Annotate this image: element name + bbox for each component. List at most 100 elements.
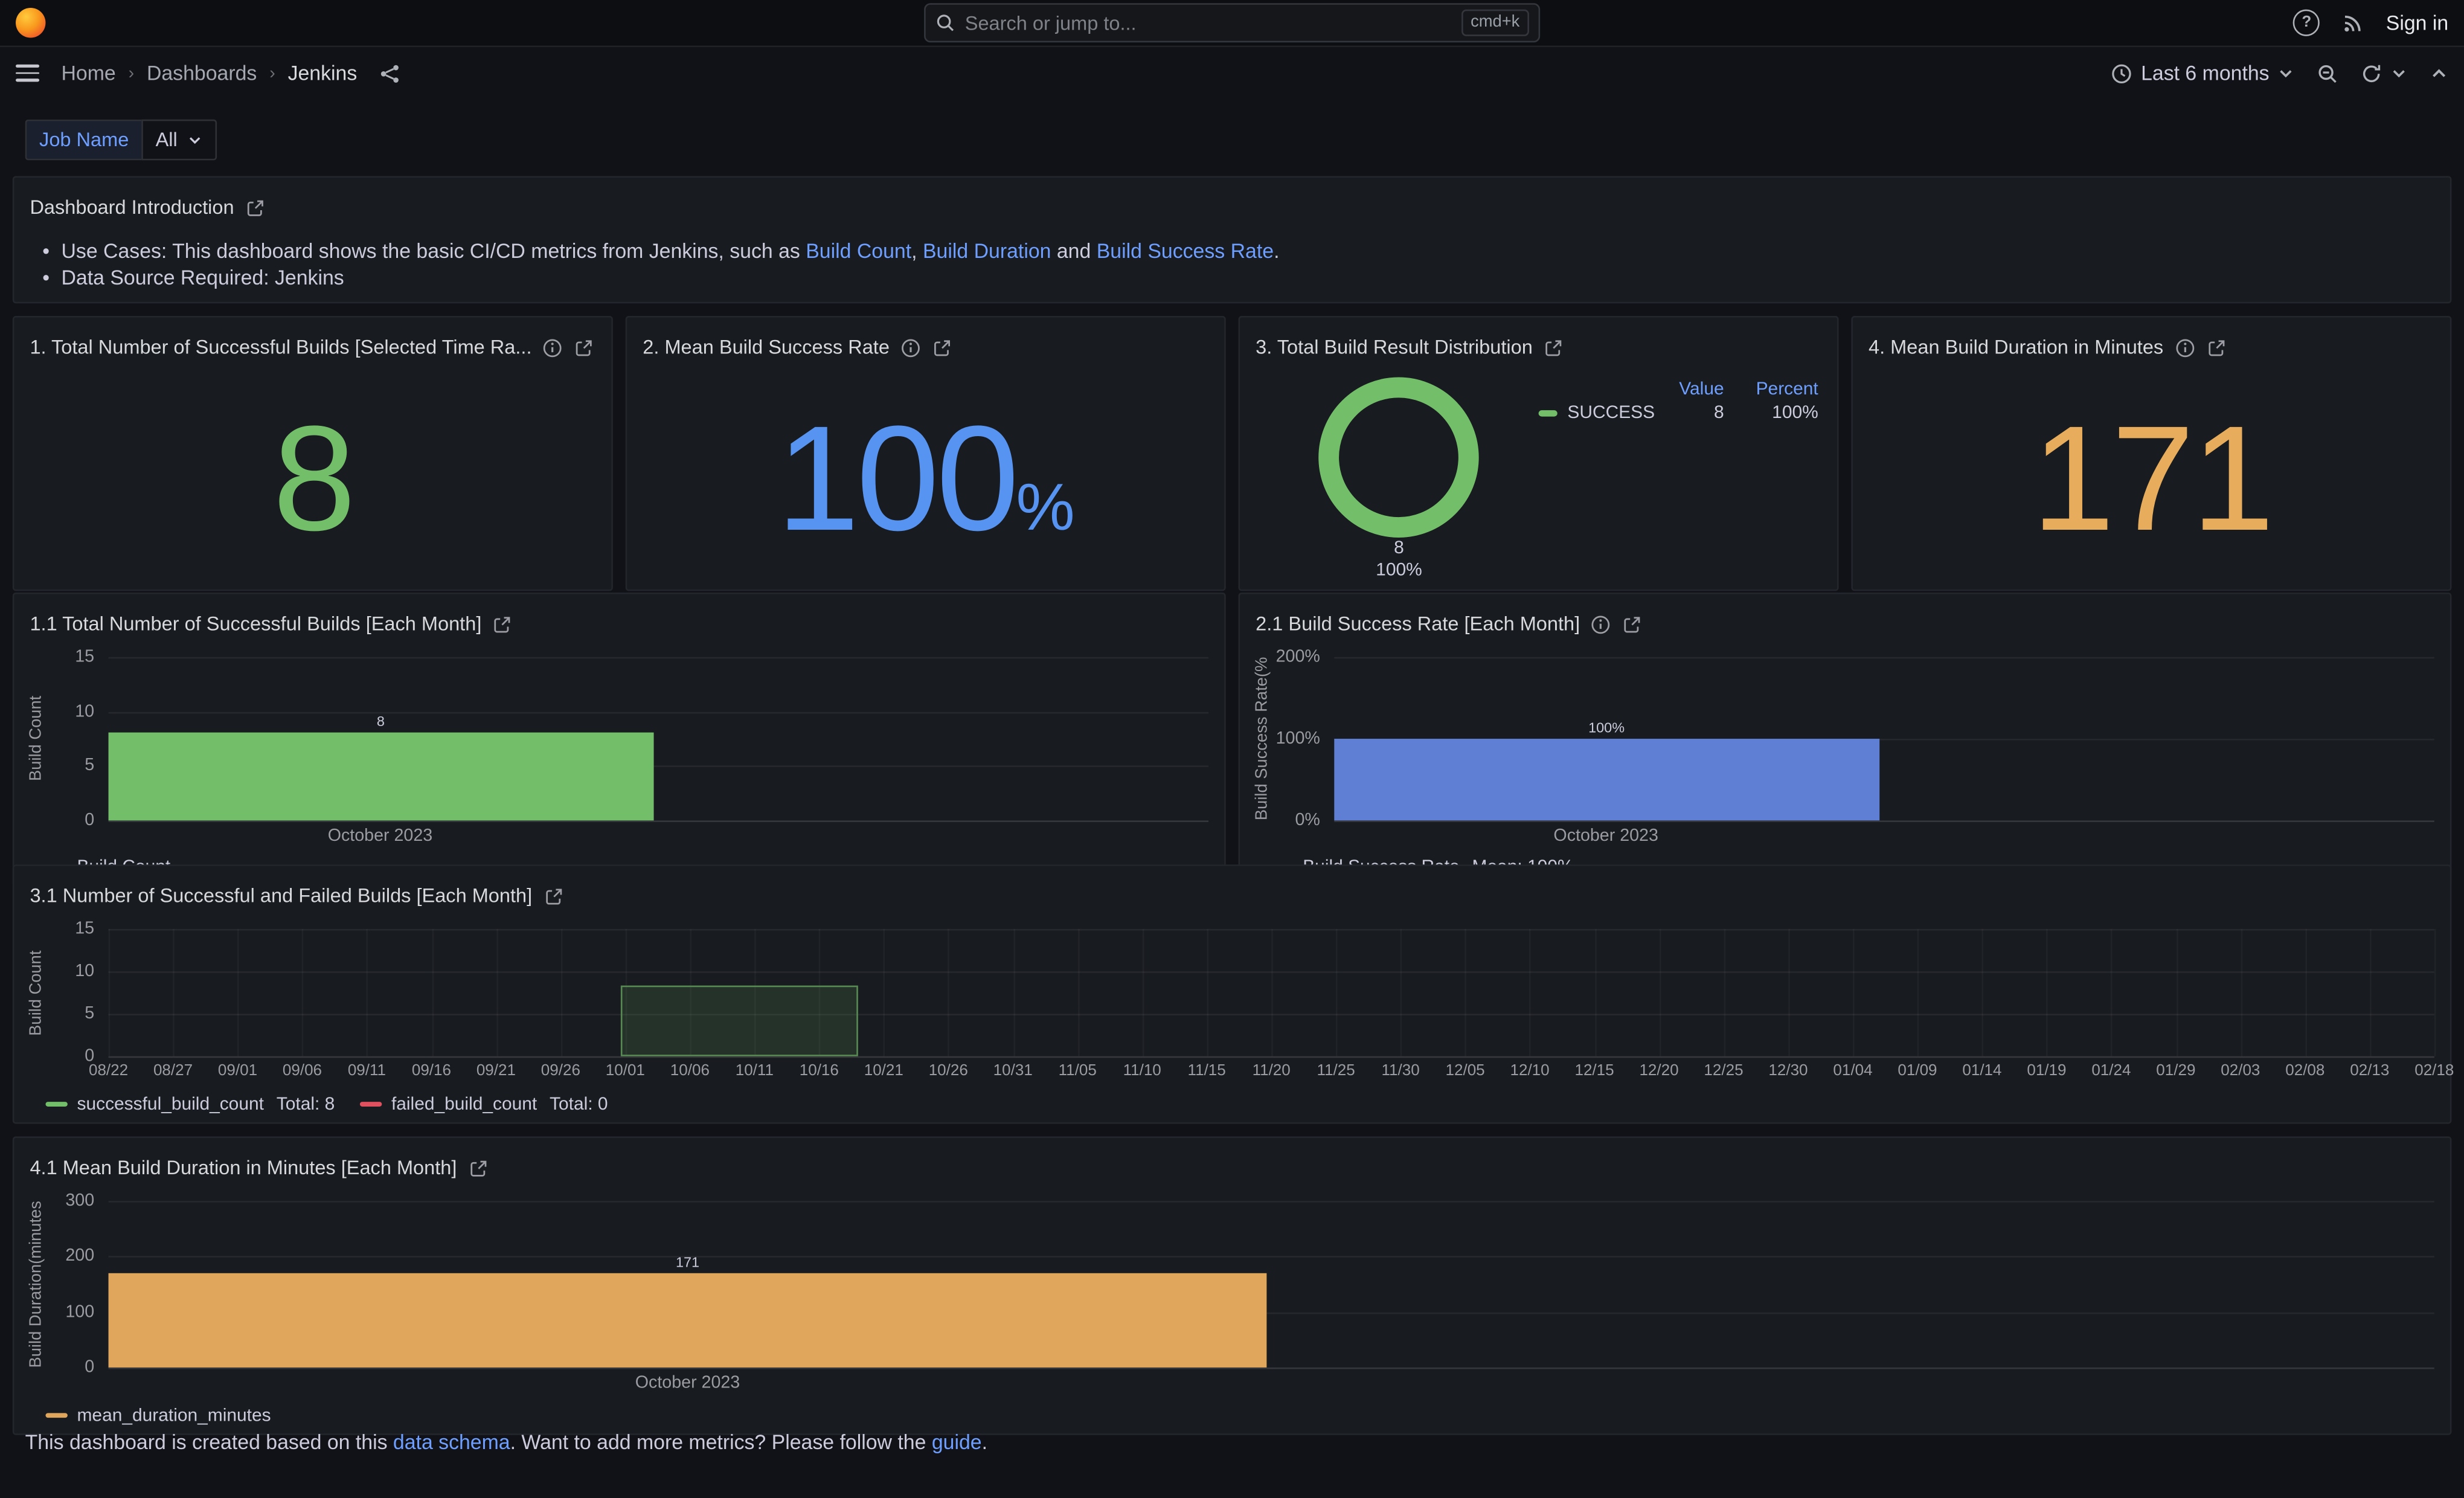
info-icon[interactable] [1591, 614, 1611, 634]
external-link-icon[interactable] [932, 337, 952, 358]
v-gridline [1659, 929, 1661, 1056]
v-gridline [1077, 929, 1079, 1056]
time-range-picker[interactable]: Last 6 months [2111, 61, 2295, 85]
guide-link[interactable]: guide [932, 1430, 982, 1454]
variables-bar: Job Name All [25, 120, 2439, 161]
external-link-icon[interactable] [574, 337, 595, 358]
charts-row-3: 3.1 Number of Successful and Failed Buil… [13, 864, 2452, 1124]
v-gridline [1142, 929, 1144, 1056]
panel-build-result-distribution: 3. Total Build Result Distribution 8 100… [1239, 316, 1839, 590]
legend-col-percent[interactable]: Percent [1740, 381, 1818, 399]
y-tick-label: 15 [75, 919, 94, 938]
v-gridline [2176, 929, 2178, 1056]
sign-in-link[interactable]: Sign in [2386, 11, 2448, 34]
external-link-icon[interactable] [543, 886, 563, 906]
search-input[interactable]: Search or jump to... cmd+k [924, 3, 1540, 42]
build-success-rate-link[interactable]: Build Success Rate [1097, 239, 1274, 263]
panel-title[interactable]: 3. Total Build Result Distribution [1256, 336, 1533, 358]
info-icon[interactable] [543, 337, 563, 358]
job-name-variable-dropdown[interactable]: All [141, 120, 217, 161]
chevron-down-icon[interactable] [2390, 65, 2408, 82]
y-tick-label: 15 [75, 648, 94, 666]
v-gridline [496, 929, 498, 1056]
panel-dashboard-introduction: Dashboard Introduction Use Cases: This d… [13, 176, 2452, 303]
v-gridline [109, 929, 111, 1056]
legend-item[interactable]: failed_build_countTotal: 0 [360, 1095, 608, 1113]
x-tick-label: 02/18 [2414, 1062, 2454, 1080]
panel-title[interactable]: 3.1 Number of Successful and Failed Buil… [30, 885, 532, 907]
external-link-icon[interactable] [245, 198, 266, 218]
plot-area: 100% [1334, 657, 2434, 820]
bar-chart-success-rate: Build Success Rate(% 200%100%0% 100% Oct… [1240, 648, 2450, 886]
share-icon[interactable] [379, 62, 401, 84]
info-icon[interactable] [900, 337, 921, 358]
legend-label: successful_build_count [77, 1095, 264, 1113]
help-icon[interactable]: ? [2293, 10, 2320, 36]
x-tick-label: 10/16 [800, 1062, 839, 1080]
v-gridline [2241, 929, 2242, 1056]
grafana-dashboard: Search or jump to... cmd+k ? Sign in Hom… [0, 0, 2464, 1498]
stat-value: 8 [273, 405, 353, 555]
gridline [1334, 657, 2434, 659]
menu-icon[interactable] [16, 65, 39, 82]
build-count-link[interactable]: Build Count [806, 239, 911, 263]
external-link-icon[interactable] [468, 1158, 489, 1178]
y-tick-label: 100% [1276, 729, 1320, 748]
time-range-label: Last 6 months [2141, 61, 2269, 85]
stat-value: 100% [777, 405, 1075, 555]
legend-swatch-icon [45, 1101, 67, 1107]
x-axis-labels: October 2023 [109, 820, 1209, 847]
chevron-down-icon [187, 132, 202, 148]
charts-row-4: 4.1 Mean Build Duration in Minutes [Each… [13, 1136, 2452, 1397]
x-axis-labels: October 2023 [109, 1368, 2434, 1394]
external-link-icon[interactable] [1622, 614, 1643, 634]
collapse-toolbar-button[interactable] [2430, 63, 2448, 82]
v-gridline [1465, 929, 1467, 1056]
panel-title[interactable]: 4.1 Mean Build Duration in Minutes [Each… [30, 1157, 457, 1178]
x-tick-label: 11/15 [1188, 1062, 1226, 1080]
external-link-icon[interactable] [1544, 337, 1564, 358]
legend-col-value[interactable]: Value [1670, 381, 1724, 399]
intro-text: . [1274, 239, 1279, 263]
x-tick-label: 09/21 [476, 1062, 516, 1080]
panel-title[interactable]: Dashboard Introduction [30, 196, 234, 218]
refresh-button[interactable] [2361, 62, 2408, 84]
gridline [109, 1201, 2434, 1203]
bar [1334, 739, 1879, 820]
legend-series-success[interactable]: SUCCESS [1539, 404, 1655, 423]
x-tick-label: 02/03 [2221, 1062, 2260, 1080]
breadcrumb-home[interactable]: Home [61, 61, 115, 85]
y-tick-label: 10 [75, 962, 94, 981]
y-tick-label: 0 [85, 811, 94, 829]
panel-title[interactable]: 1.1 Total Number of Successful Builds [E… [30, 613, 481, 635]
donut-caption-percent: 100% [1376, 561, 1422, 582]
rss-icon[interactable] [2342, 12, 2364, 34]
panel-title[interactable]: 2.1 Build Success Rate [Each Month] [1256, 613, 1580, 635]
chevron-right-icon: › [269, 63, 275, 82]
y-tick-label: 200 [65, 1247, 94, 1266]
intro-text: Use Cases: This dashboard shows the basi… [61, 239, 806, 263]
grafana-logo-icon[interactable] [16, 8, 45, 37]
data-schema-link[interactable]: data schema [393, 1430, 510, 1454]
build-duration-link[interactable]: Build Duration [923, 239, 1051, 263]
external-link-icon[interactable] [493, 614, 513, 634]
panel-title[interactable]: 4. Mean Build Duration in Minutes [1869, 336, 2163, 358]
panel-total-successful-builds: 1. Total Number of Successful Builds [Se… [13, 316, 613, 590]
legend-swatch-icon [45, 1413, 67, 1418]
panel-title[interactable]: 2. Mean Build Success Rate [643, 336, 890, 358]
x-tick-label: 08/22 [89, 1062, 128, 1080]
panel-title[interactable]: 1. Total Number of Successful Builds [Se… [30, 336, 531, 358]
x-tick-label: 01/29 [2156, 1062, 2195, 1080]
legend-item[interactable]: mean_duration_minutes [45, 1406, 271, 1425]
x-axis-month-label: October 2023 [1553, 826, 1658, 845]
bar-value-label: 171 [676, 1254, 699, 1270]
zoom-out-button[interactable] [2317, 62, 2338, 84]
legend-item[interactable]: successful_build_countTotal: 8 [45, 1095, 335, 1113]
info-icon[interactable] [2174, 337, 2195, 358]
v-gridline [1594, 929, 1596, 1056]
breadcrumb-dashboards[interactable]: Dashboards [147, 61, 257, 85]
external-link-icon[interactable] [2206, 337, 2226, 358]
y-tick-label: 0% [1295, 811, 1320, 829]
v-gridline [948, 929, 950, 1056]
x-tick-label: 09/01 [218, 1062, 257, 1080]
